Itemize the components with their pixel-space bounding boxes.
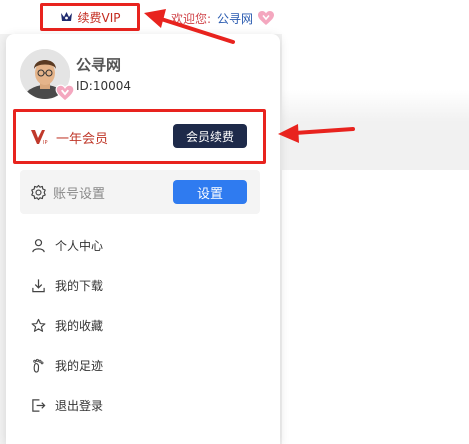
- heart-badge-icon: [55, 84, 75, 102]
- gear-icon: [30, 184, 47, 201]
- welcome-username[interactable]: 公寻网: [217, 10, 253, 27]
- highlight-box-vip: [40, 3, 140, 31]
- welcome-message: 欢迎您: 公寻网: [171, 8, 275, 28]
- menu-item-label: 退出登录: [55, 398, 104, 413]
- menu-item-downloads[interactable]: 我的下载: [29, 274, 229, 296]
- menu-item-logout[interactable]: 退出登录: [29, 394, 229, 416]
- menu-item-label: 我的收藏: [55, 318, 104, 333]
- menu-item-profile-center[interactable]: 个人中心: [29, 234, 229, 256]
- menu-item-favorites[interactable]: 我的收藏: [29, 314, 229, 336]
- heart-badge-icon: [257, 10, 275, 26]
- settings-button[interactable]: 设置: [173, 180, 247, 204]
- menu-item-label: 个人中心: [55, 238, 104, 253]
- user-icon: [29, 236, 47, 254]
- menu-item-label: 我的足迹: [55, 358, 104, 373]
- menu-item-footprints[interactable]: 我的足迹: [29, 354, 229, 376]
- download-icon: [29, 276, 47, 294]
- welcome-text: 欢迎您:: [171, 11, 212, 26]
- background-shade: [282, 90, 469, 170]
- account-settings-row: 账号设置 设置: [20, 170, 260, 214]
- account-settings-label: 账号设置: [53, 186, 106, 202]
- profile-user-id: ID:10004: [76, 79, 131, 93]
- logout-icon: [29, 396, 47, 414]
- star-icon: [29, 316, 47, 334]
- menu-item-label: 我的下载: [55, 278, 104, 293]
- profile-username: 公寻网: [76, 56, 122, 74]
- footprint-icon: [29, 356, 47, 374]
- highlight-box-membership: [13, 109, 266, 164]
